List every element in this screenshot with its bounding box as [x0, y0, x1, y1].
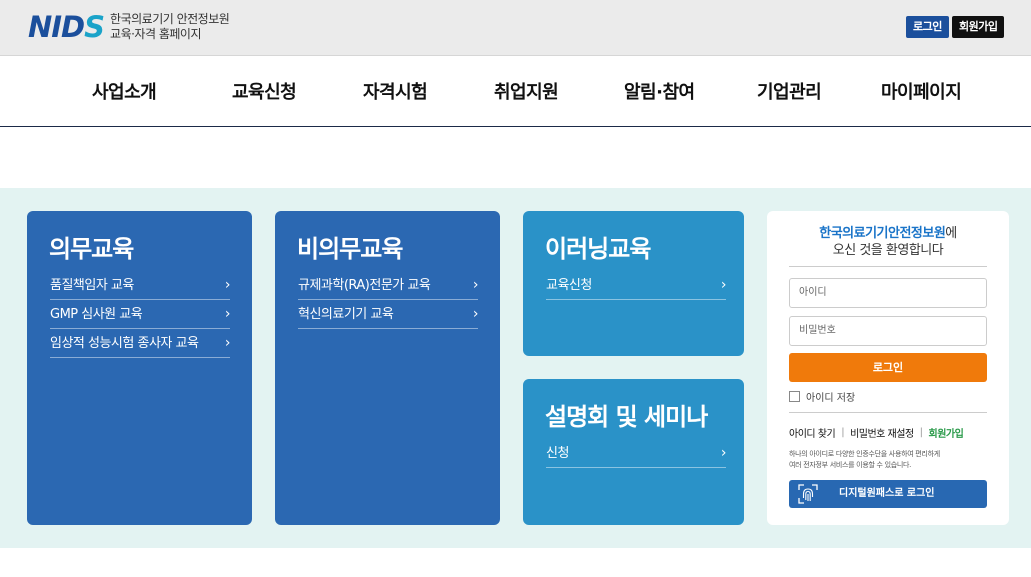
divider	[789, 412, 987, 413]
welcome-line2: 오신 것을 환영합니다	[832, 243, 944, 258]
welcome-suffix: 에	[945, 226, 957, 241]
chevron-right-icon: ›	[224, 335, 231, 351]
account-links: 아이디 찾기 | 비밀번호 재설정 | 회원가입	[789, 425, 999, 440]
card-link-list: 신청 ›	[546, 439, 727, 468]
logo-line1: 한국의료기기 안전정보원	[110, 12, 230, 26]
card-link-list: 교육신청 ›	[546, 271, 727, 300]
card-title: 설명회 및 세미나	[545, 403, 708, 431]
logo-line2: 교육·자격 홈페이지	[110, 27, 201, 41]
card-title: 이러닝교육	[545, 235, 651, 263]
login-button[interactable]: 로그인	[789, 353, 987, 382]
card-link-ra-expert[interactable]: 규제과학(RA)전문가 교육 ›	[298, 271, 479, 300]
digital-onepass-label: 디지털원패스로 로그인	[839, 488, 935, 499]
card-link-label: 신청	[546, 446, 569, 461]
card-seminar: 설명회 및 세미나 신청 ›	[523, 379, 744, 525]
find-id-link[interactable]: 아이디 찾기	[789, 425, 836, 440]
login-box: 한국의료기기안전정보원에 오신 것을 환영합니다 아이디 비밀번호 로그인 아이…	[767, 211, 1009, 525]
nav-item-company-management[interactable]: 기업관리	[757, 78, 822, 104]
nav-item-notice-participation[interactable]: 알림·참여	[624, 78, 695, 104]
id-input[interactable]: 아이디	[789, 278, 987, 308]
chevron-right-icon: ›	[472, 277, 479, 293]
card-link-label: 품질책임자 교육	[50, 278, 134, 293]
card-title: 비의무교육	[297, 235, 403, 263]
logo-mark-s: S	[84, 10, 105, 44]
chevron-right-icon: ›	[720, 277, 727, 293]
card-optional-education: 비의무교육 규제과학(RA)전문가 교육 › 혁신의료기기 교육 ›	[275, 211, 500, 525]
logo-text: 한국의료기기 안전정보원 교육·자격 홈페이지	[110, 12, 230, 42]
card-link-innovative-device[interactable]: 혁신의료기기 교육 ›	[298, 300, 479, 329]
nav-item-business-intro[interactable]: 사업소개	[92, 78, 157, 104]
main-nav: 사업소개 교육신청 자격시험 취업지원 알림·참여 기업관리 마이페이지	[0, 56, 1031, 127]
site-logo[interactable]: NIDS 한국의료기기 안전정보원 교육·자격 홈페이지	[28, 10, 230, 44]
top-login-button[interactable]: 로그인	[906, 16, 949, 38]
card-link-gmp-auditor[interactable]: GMP 심사원 교육 ›	[50, 300, 231, 329]
chevron-right-icon: ›	[720, 445, 727, 461]
digital-onepass-description: 하나의 아이디로 다양한 인증수단을 사용하여 편리하게 여러 전자정부 서비스…	[789, 449, 989, 471]
welcome-brand: 한국의료기기안전정보원	[819, 226, 946, 241]
divider	[789, 266, 987, 267]
card-elearning: 이러닝교육 교육신청 ›	[523, 211, 744, 356]
nav-item-qualification-exam[interactable]: 자격시험	[363, 78, 428, 104]
save-id-label: 아이디 저장	[806, 393, 856, 404]
link-separator: |	[841, 427, 845, 438]
logo-mark: NIDS	[28, 10, 105, 44]
card-link-quality-manager[interactable]: 품질책임자 교육 ›	[50, 271, 231, 300]
join-link[interactable]: 회원가입	[929, 425, 964, 440]
fingerprint-icon	[798, 484, 818, 504]
nav-item-education-apply[interactable]: 교육신청	[232, 78, 297, 104]
card-link-list: 품질책임자 교육 › GMP 심사원 교육 › 임상적 성능시험 종사자 교육 ›	[50, 271, 231, 358]
password-input[interactable]: 비밀번호	[789, 316, 987, 346]
digital-onepass-login-button[interactable]: 디지털원패스로 로그인	[789, 480, 987, 508]
save-id-checkbox[interactable]	[789, 391, 800, 402]
chevron-right-icon: ›	[224, 306, 231, 322]
chevron-right-icon: ›	[224, 277, 231, 293]
card-mandatory-education: 의무교육 품질책임자 교육 › GMP 심사원 교육 › 임상적 성능시험 종사자 …	[27, 211, 252, 525]
link-separator: |	[919, 427, 923, 438]
card-link-seminar-apply[interactable]: 신청 ›	[546, 439, 727, 468]
nav-item-employment-support[interactable]: 취업지원	[494, 78, 559, 104]
card-title: 의무교육	[49, 235, 134, 263]
card-link-label: 임상적 성능시험 종사자 교육	[50, 336, 199, 351]
nav-item-mypage[interactable]: 마이페이지	[881, 78, 962, 104]
card-link-label: 교육신청	[546, 278, 592, 293]
card-link-clinical-performance[interactable]: 임상적 성능시험 종사자 교육 ›	[50, 329, 231, 358]
welcome-message: 한국의료기기안전정보원에 오신 것을 환영합니다	[767, 225, 1009, 259]
save-id-checkbox-row[interactable]: 아이디 저장	[789, 389, 855, 404]
card-link-elearning-apply[interactable]: 교육신청 ›	[546, 271, 727, 300]
desc-line2: 여러 전자정부 서비스를 이용할 수 있습니다.	[789, 461, 912, 469]
welcome-line1: 한국의료기기안전정보원에	[767, 225, 1009, 242]
chevron-right-icon: ›	[472, 306, 479, 322]
card-link-label: 규제과학(RA)전문가 교육	[298, 278, 431, 293]
top-bar: NIDS 한국의료기기 안전정보원 교육·자격 홈페이지 로그인 회원가입	[0, 0, 1031, 56]
card-link-label: 혁신의료기기 교육	[298, 307, 394, 322]
desc-line1: 하나의 아이디로 다양한 인증수단을 사용하여 편리하게	[789, 450, 940, 458]
card-link-label: GMP 심사원 교육	[50, 307, 143, 322]
reset-password-link[interactable]: 비밀번호 재설정	[850, 425, 914, 440]
top-join-button[interactable]: 회원가입	[952, 16, 1005, 38]
card-link-list: 규제과학(RA)전문가 교육 › 혁신의료기기 교육 ›	[298, 271, 479, 329]
logo-mark-main: NID	[28, 10, 85, 44]
